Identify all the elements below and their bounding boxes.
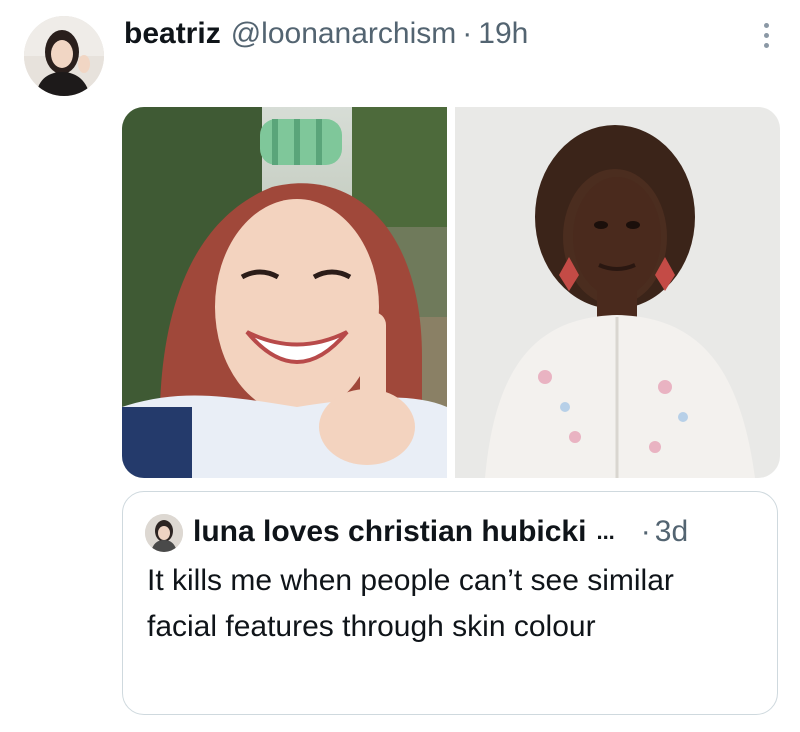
- media-photo-1[interactable]: [122, 107, 447, 478]
- photo-woman-in-cardigan: [455, 107, 780, 478]
- quoted-tweet-text: It kills me when people can’t see simila…: [147, 564, 674, 643]
- more-dot: [763, 32, 769, 38]
- photo-woman-with-hair-roller: [122, 107, 447, 478]
- quoted-tweet-header: luna loves christian hubicki ... · 3d: [193, 512, 757, 552]
- tweet-media: [122, 107, 780, 478]
- header-separator: ·: [462, 17, 473, 50]
- quoted-user-avatar: [145, 514, 183, 552]
- name-truncation-ellipsis: ...: [596, 519, 615, 544]
- tweet[interactable]: beatriz @loonanarchism · 19h luna loves …: [0, 0, 800, 732]
- author-avatar[interactable]: [24, 16, 104, 96]
- tweet-header: beatriz @loonanarchism · 19h: [124, 14, 528, 54]
- quoted-author-display-name[interactable]: luna loves christian hubicki: [193, 515, 586, 549]
- quoted-tweet-timestamp[interactable]: 3d: [655, 515, 688, 549]
- more-dot: [763, 22, 769, 28]
- avatar-image: [24, 16, 104, 96]
- quoted-tweet[interactable]: luna loves christian hubicki ... · 3d It…: [122, 491, 778, 715]
- media-photo-2[interactable]: [455, 107, 780, 478]
- tweet-timestamp[interactable]: 19h: [478, 17, 528, 51]
- more-vertical-icon[interactable]: [752, 18, 780, 52]
- quoted-header-separator: ·: [640, 515, 651, 548]
- author-display-name[interactable]: beatriz: [124, 17, 221, 51]
- author-handle[interactable]: @loonanarchism: [231, 17, 457, 51]
- quoted-author-avatar[interactable]: [145, 514, 183, 552]
- more-dot: [763, 42, 769, 48]
